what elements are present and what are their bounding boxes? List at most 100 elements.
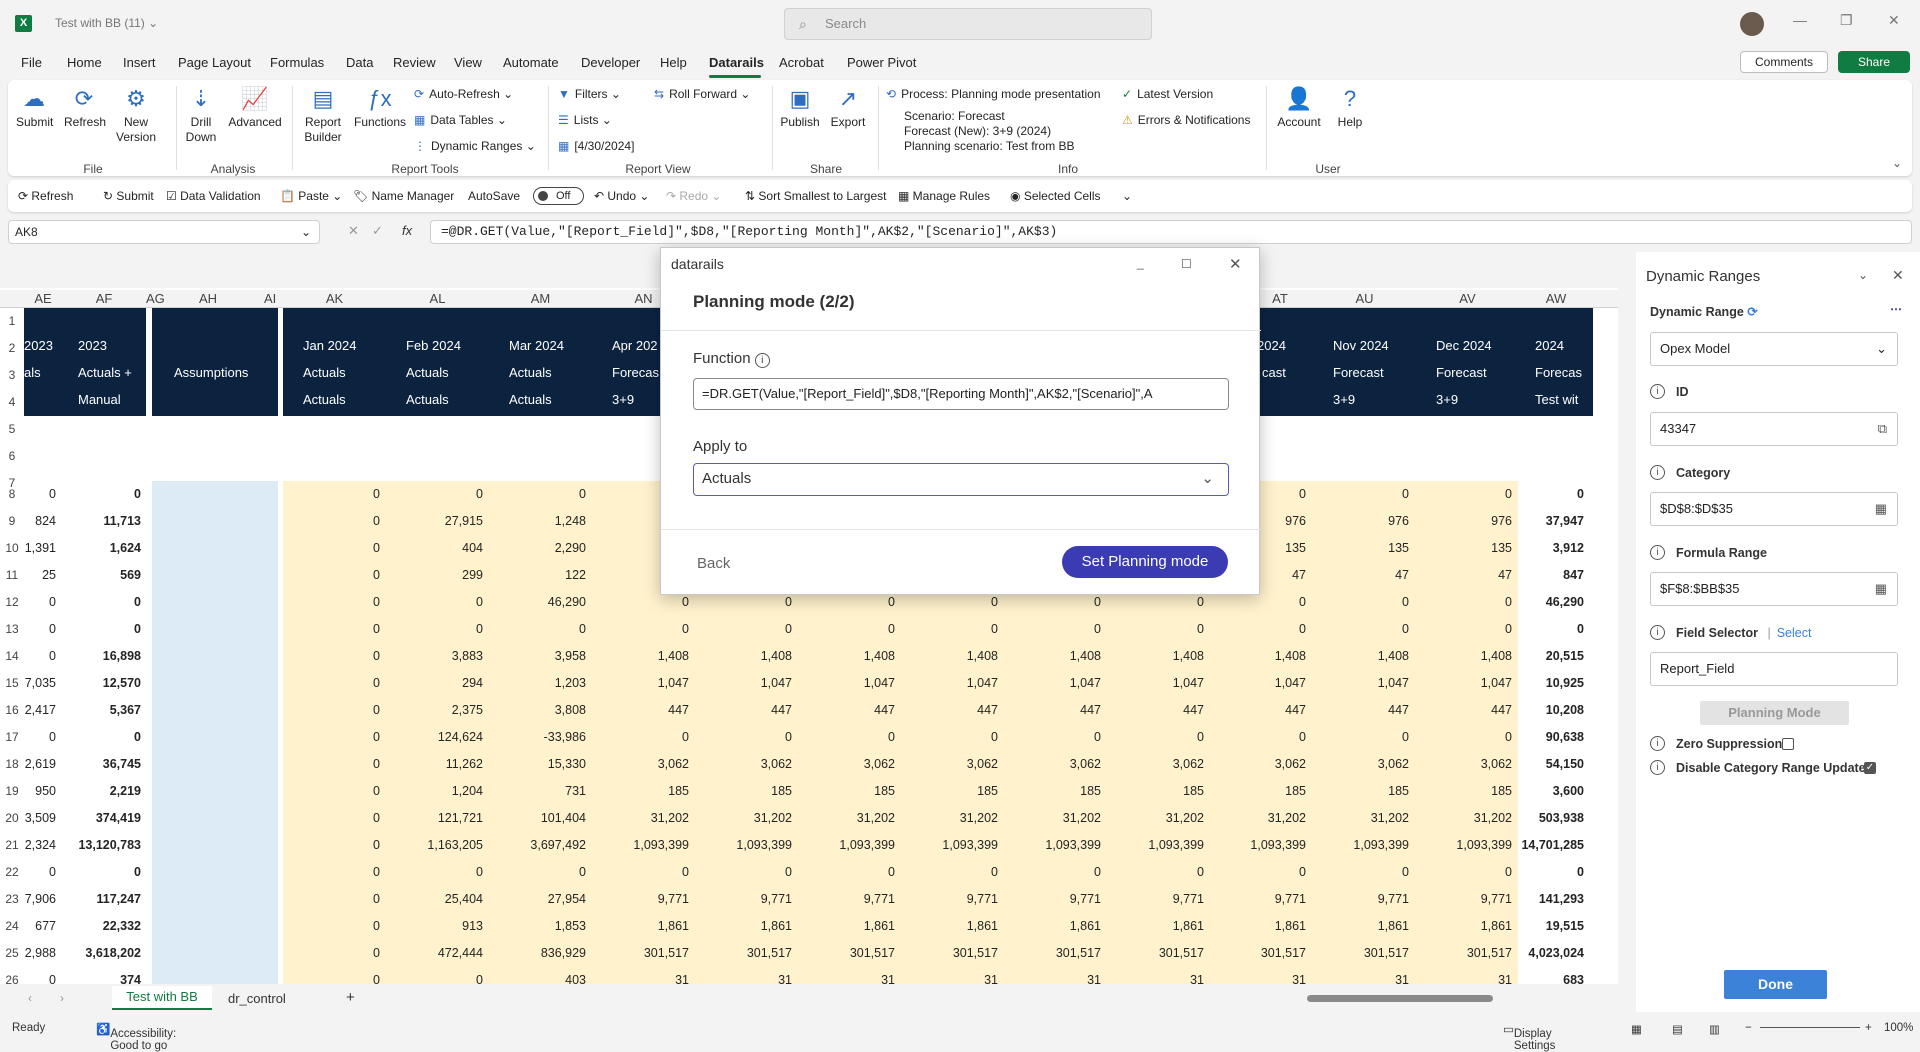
- table-cell[interactable]: 9,771: [892, 886, 998, 913]
- qat-sort-button[interactable]: ⇅ Sort Smallest to Largest: [745, 189, 886, 203]
- table-cell[interactable]: 3,062: [1200, 751, 1306, 778]
- table-cell[interactable]: 1,047: [583, 670, 689, 697]
- table-cell[interactable]: 0: [274, 751, 380, 778]
- table-cell[interactable]: 0: [274, 643, 380, 670]
- column-header[interactable]: AM: [489, 291, 592, 306]
- table-cell[interactable]: 46,290: [1478, 589, 1584, 616]
- table-cell[interactable]: 0: [686, 859, 792, 886]
- table-cell[interactable]: 2,375: [377, 697, 483, 724]
- table-cell[interactable]: 0: [1200, 616, 1306, 643]
- table-cell[interactable]: 0: [1478, 481, 1584, 508]
- table-cell[interactable]: 1,408: [583, 643, 689, 670]
- table-cell[interactable]: 12,570: [35, 670, 141, 697]
- table-cell[interactable]: 1,408: [995, 643, 1101, 670]
- table-cell[interactable]: 0: [274, 670, 380, 697]
- table-cell[interactable]: 0: [274, 589, 380, 616]
- table-cell[interactable]: 31,202: [995, 805, 1101, 832]
- table-cell[interactable]: 4,023,024: [1478, 940, 1584, 967]
- column-header[interactable]: AF: [62, 291, 146, 306]
- table-cell[interactable]: 31: [995, 967, 1101, 984]
- confirm-icon[interactable]: ✓: [372, 223, 383, 239]
- qat-refresh-button[interactable]: ⟳ Refresh: [18, 189, 73, 203]
- table-cell[interactable]: 1,047: [995, 670, 1101, 697]
- zoom-in-icon[interactable]: +: [1865, 1022, 1872, 1034]
- table-cell[interactable]: 913: [377, 913, 483, 940]
- table-cell[interactable]: 31,202: [1303, 805, 1409, 832]
- table-cell[interactable]: 0: [1303, 616, 1409, 643]
- table-cell[interactable]: 185: [583, 778, 689, 805]
- document-title[interactable]: Test with BB (11) ⌄: [55, 16, 158, 30]
- disable-category-checkbox[interactable]: ✓: [1864, 762, 1876, 774]
- table-cell[interactable]: 447: [995, 697, 1101, 724]
- table-cell[interactable]: 31: [583, 967, 689, 984]
- table-cell[interactable]: 3,062: [583, 751, 689, 778]
- formula-range-field[interactable]: $F$8:$BB$35 ▦: [1650, 572, 1898, 606]
- table-cell[interactable]: 37,947: [1478, 508, 1584, 535]
- table-cell[interactable]: 10,925: [1478, 670, 1584, 697]
- table-cell[interactable]: 0: [1303, 724, 1409, 751]
- prev-sheet-icon[interactable]: ‹: [28, 991, 32, 1005]
- table-cell[interactable]: 836,929: [480, 940, 586, 967]
- column-header[interactable]: AU: [1313, 291, 1416, 306]
- comments-button[interactable]: Comments: [1740, 51, 1828, 73]
- back-button[interactable]: Back: [697, 555, 730, 572]
- menu-view[interactable]: View: [454, 55, 482, 70]
- qat-manage-rules-button[interactable]: ▦ Manage Rules: [898, 189, 990, 203]
- table-cell[interactable]: 3,062: [686, 751, 792, 778]
- category-field[interactable]: $D$8:$D$35 ▦: [1650, 492, 1898, 526]
- table-cell[interactable]: 2,219: [35, 778, 141, 805]
- tab-test-with-bb[interactable]: Test with BB: [112, 986, 212, 1010]
- table-cell[interactable]: 569: [35, 562, 141, 589]
- table-cell[interactable]: 1,047: [1200, 670, 1306, 697]
- table-cell[interactable]: 31: [1303, 967, 1409, 984]
- close-icon[interactable]: ✕: [1229, 255, 1242, 273]
- table-cell[interactable]: 0: [583, 616, 689, 643]
- table-cell[interactable]: 1,203: [480, 670, 586, 697]
- cancel-icon[interactable]: ✕: [348, 223, 359, 239]
- table-cell[interactable]: 0: [686, 616, 792, 643]
- add-sheet-button[interactable]: +: [346, 989, 355, 1006]
- column-header[interactable]: AH: [152, 291, 264, 306]
- table-cell[interactable]: 0: [377, 481, 483, 508]
- table-cell[interactable]: 31: [1200, 967, 1306, 984]
- menu-acrobat[interactable]: Acrobat: [779, 55, 824, 70]
- table-cell[interactable]: 5,367: [35, 697, 141, 724]
- table-cell[interactable]: 301,517: [995, 940, 1101, 967]
- table-cell[interactable]: 0: [377, 859, 483, 886]
- more-icon[interactable]: ⋯: [1890, 302, 1902, 316]
- table-cell[interactable]: 185: [995, 778, 1101, 805]
- table-cell[interactable]: 1,408: [686, 643, 792, 670]
- id-field[interactable]: 43347 ⧉: [1650, 412, 1898, 446]
- qat-selected-cells-button[interactable]: ◉ Selected Cells: [1010, 189, 1101, 203]
- table-cell[interactable]: 9,771: [1303, 886, 1409, 913]
- table-cell[interactable]: 0: [789, 616, 895, 643]
- table-cell[interactable]: 447: [892, 697, 998, 724]
- scrollbar-thumb[interactable]: [1307, 995, 1493, 1002]
- table-cell[interactable]: 0: [686, 724, 792, 751]
- table-cell[interactable]: 121,721: [377, 805, 483, 832]
- menu-power-pivot[interactable]: Power Pivot: [847, 55, 916, 70]
- table-cell[interactable]: 117,247: [35, 886, 142, 913]
- formula-input[interactable]: =@DR.GET(Value,"[Report_Field]",$D8,"[Re…: [430, 220, 1912, 244]
- zoom-out-icon[interactable]: −: [1745, 1022, 1752, 1034]
- table-cell[interactable]: 1,861: [583, 913, 689, 940]
- table-cell[interactable]: 0: [995, 616, 1101, 643]
- info-icon[interactable]: i: [1650, 465, 1665, 480]
- table-cell[interactable]: 0: [35, 724, 141, 751]
- table-cell[interactable]: 1,861: [892, 913, 998, 940]
- table-cell[interactable]: 0: [1478, 616, 1584, 643]
- table-cell[interactable]: 0: [274, 616, 380, 643]
- advanced-button[interactable]: 📈 Advanced: [226, 86, 284, 130]
- account-button[interactable]: 👤 Account: [1274, 86, 1324, 130]
- table-cell[interactable]: 0: [35, 589, 141, 616]
- drill-down-button[interactable]: ⇣ Drill Down: [180, 86, 222, 145]
- refresh-button[interactable]: ⟳ Refresh: [64, 86, 106, 130]
- report-builder-button[interactable]: ▤ Report Builder: [298, 86, 348, 145]
- table-cell[interactable]: 10,208: [1478, 697, 1584, 724]
- apply-to-select[interactable]: Actuals ⌄: [693, 463, 1229, 496]
- table-cell[interactable]: 11,713: [35, 508, 141, 535]
- qat-data-validation-button[interactable]: ☑ Data Validation: [166, 189, 261, 203]
- table-cell[interactable]: 0: [1098, 724, 1204, 751]
- table-cell[interactable]: 3,808: [480, 697, 586, 724]
- info-icon[interactable]: i: [1650, 760, 1665, 775]
